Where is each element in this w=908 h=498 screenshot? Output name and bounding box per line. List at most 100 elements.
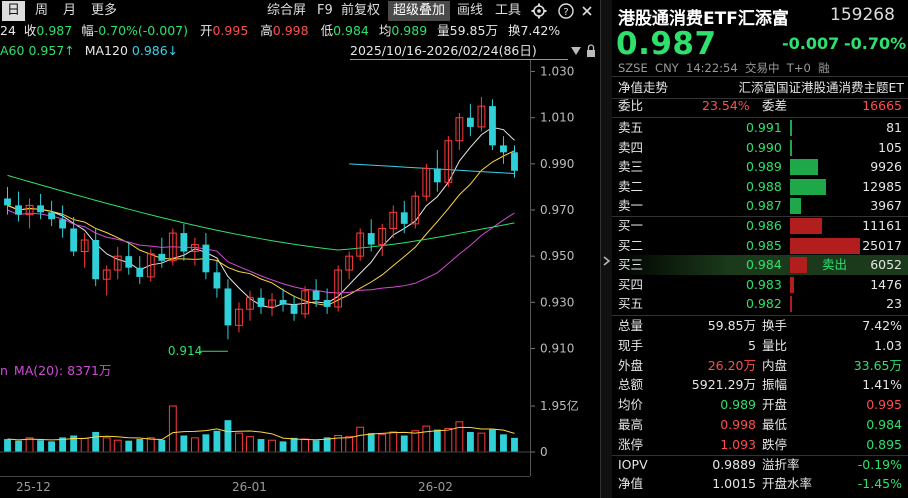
last-price: 0.987 xyxy=(616,26,717,62)
date-tick: 26-02 xyxy=(418,480,453,494)
book-label: 买一 xyxy=(618,218,644,233)
ask-level[interactable]: 卖二 0.988 12985 xyxy=(612,177,908,197)
bid-level[interactable]: 买四 0.983 1476 xyxy=(612,275,908,295)
volume-bar xyxy=(158,439,166,452)
book-label: 卖三 xyxy=(618,159,644,175)
book-label: 买四 xyxy=(618,276,644,292)
book-price: 0.983 xyxy=(746,276,782,292)
chart-panel: 日 周 月 更多 综合屏 F9 前复权 超级叠加 画线 工具 ? 24 收0.9… xyxy=(0,0,600,498)
question-icon[interactable]: ? xyxy=(558,3,574,19)
tools-button[interactable]: 工具 xyxy=(490,1,526,21)
gear-icon[interactable] xyxy=(531,3,547,19)
candle xyxy=(92,228,100,287)
volume-bar xyxy=(400,435,408,452)
stat-cell: 1.093 xyxy=(720,436,756,452)
candle xyxy=(202,233,210,280)
candle xyxy=(477,96,486,132)
ask-level[interactable]: 卖三 0.989 9926 xyxy=(612,157,908,177)
price-tick: 1.030 xyxy=(540,65,574,79)
volume-bar xyxy=(136,439,144,452)
volume-bar xyxy=(345,436,354,453)
date-axis: 25-12 26-01 26-02 xyxy=(0,476,530,498)
volume-bar xyxy=(455,421,464,453)
candle xyxy=(268,293,276,317)
stat-cell: -0.19% xyxy=(857,456,902,472)
stat-cell: 总额 xyxy=(618,377,644,393)
low-marker: 0.914 xyxy=(168,344,202,358)
stat-cell: 59.85万 xyxy=(707,318,756,333)
book-price: 0.982 xyxy=(746,296,782,312)
candle xyxy=(466,103,474,137)
candle xyxy=(190,237,199,266)
candle xyxy=(433,150,441,192)
volume-bar xyxy=(290,437,298,452)
volume-bar xyxy=(37,440,44,452)
nav-tab-row: 净值走势 汇添富国证港股通消费主题ET xyxy=(612,78,908,98)
bid-level[interactable]: 买五 0.982 23 xyxy=(612,294,908,314)
lock-icon[interactable] xyxy=(586,44,596,58)
candle xyxy=(102,265,111,296)
stat-cell: -1.45% xyxy=(857,476,902,492)
price-change: -0.007 xyxy=(782,34,840,53)
kline-chart[interactable]: 1.030 1.010 0.990 0.970 0.950 0.930 0.910 0.914 xyxy=(0,60,600,400)
price-tick: 1.010 xyxy=(540,111,574,125)
tab-fund-info[interactable]: 汇添富国证港股通消费主题ET xyxy=(708,78,904,98)
candle xyxy=(500,136,507,164)
date-range-selector[interactable]: 2025/10/16-2026/02/24(86日) xyxy=(350,42,568,60)
f9-button[interactable]: F9 xyxy=(312,1,338,21)
volume-bar xyxy=(477,432,486,453)
overlay-button[interactable]: 超级叠加 xyxy=(388,1,451,21)
candle xyxy=(334,265,343,312)
volume-bar xyxy=(444,427,453,453)
candle xyxy=(290,295,298,321)
stat-cell: 净值 xyxy=(618,476,644,492)
volume-bar xyxy=(433,429,441,452)
stat-cell: 33.65万 xyxy=(853,357,902,373)
candle xyxy=(246,290,254,321)
composite-screen-button[interactable]: 综合屏 xyxy=(262,1,311,21)
volume-bar xyxy=(378,433,387,453)
volume-bar xyxy=(257,439,265,452)
stat-row: 净值 1.0015 开盘水率 -1.45% xyxy=(612,474,908,494)
period-day[interactable]: 日 xyxy=(2,1,26,21)
book-price: 0.985 xyxy=(746,237,782,253)
bid-level[interactable]: 买二 0.985 25017 xyxy=(612,236,908,256)
stat-cell: 外盘 xyxy=(618,357,644,373)
bid-level[interactable]: 买一 0.986 11161 xyxy=(612,216,908,236)
candle xyxy=(455,113,464,150)
candle xyxy=(125,242,133,275)
period-month[interactable]: 月 xyxy=(58,1,81,21)
date-tick: 26-01 xyxy=(232,480,267,494)
volume-bar xyxy=(125,440,133,452)
stat-cell: 现手 xyxy=(618,337,644,353)
ma120-line xyxy=(349,163,515,175)
volume-bar xyxy=(422,425,431,453)
draw-button[interactable]: 画线 xyxy=(452,1,488,21)
volume-bar xyxy=(466,431,474,452)
ask-level[interactable]: 卖四 0.990 105 xyxy=(612,138,908,158)
price-tick: 0.910 xyxy=(540,341,574,355)
stat-cell: 5 xyxy=(748,337,756,353)
ask-level[interactable]: 卖一 0.987 3967 xyxy=(612,196,908,216)
ma60-line xyxy=(7,174,515,251)
bid-level[interactable]: 买三 0.984 6052 卖出 xyxy=(612,255,908,276)
ask-level[interactable]: 卖五 0.991 81 xyxy=(612,118,908,138)
period-week[interactable]: 周 xyxy=(30,1,53,21)
close-icon[interactable] xyxy=(579,3,595,19)
tab-nav-trend[interactable]: 净值走势 xyxy=(618,78,668,98)
adjust-button[interactable]: 前复权 xyxy=(336,1,385,21)
period-more[interactable]: 更多 xyxy=(86,1,122,21)
book-label: 卖一 xyxy=(618,198,644,214)
chevron-right-icon[interactable] xyxy=(603,256,611,266)
candle xyxy=(400,200,408,234)
axis-divider xyxy=(530,60,531,476)
candle xyxy=(511,145,518,178)
panel-splitter[interactable] xyxy=(600,0,612,498)
stat-cell: 1.03 xyxy=(874,337,902,353)
volume-bar xyxy=(80,437,89,453)
volume-bar xyxy=(113,439,122,453)
volume-chart[interactable]: 1.95亿 0 xyxy=(0,380,600,476)
caret-down-icon[interactable] xyxy=(570,46,582,56)
volume-legend: n MA(20): 8371万 xyxy=(0,363,112,378)
book-volume: 81 xyxy=(886,120,902,135)
